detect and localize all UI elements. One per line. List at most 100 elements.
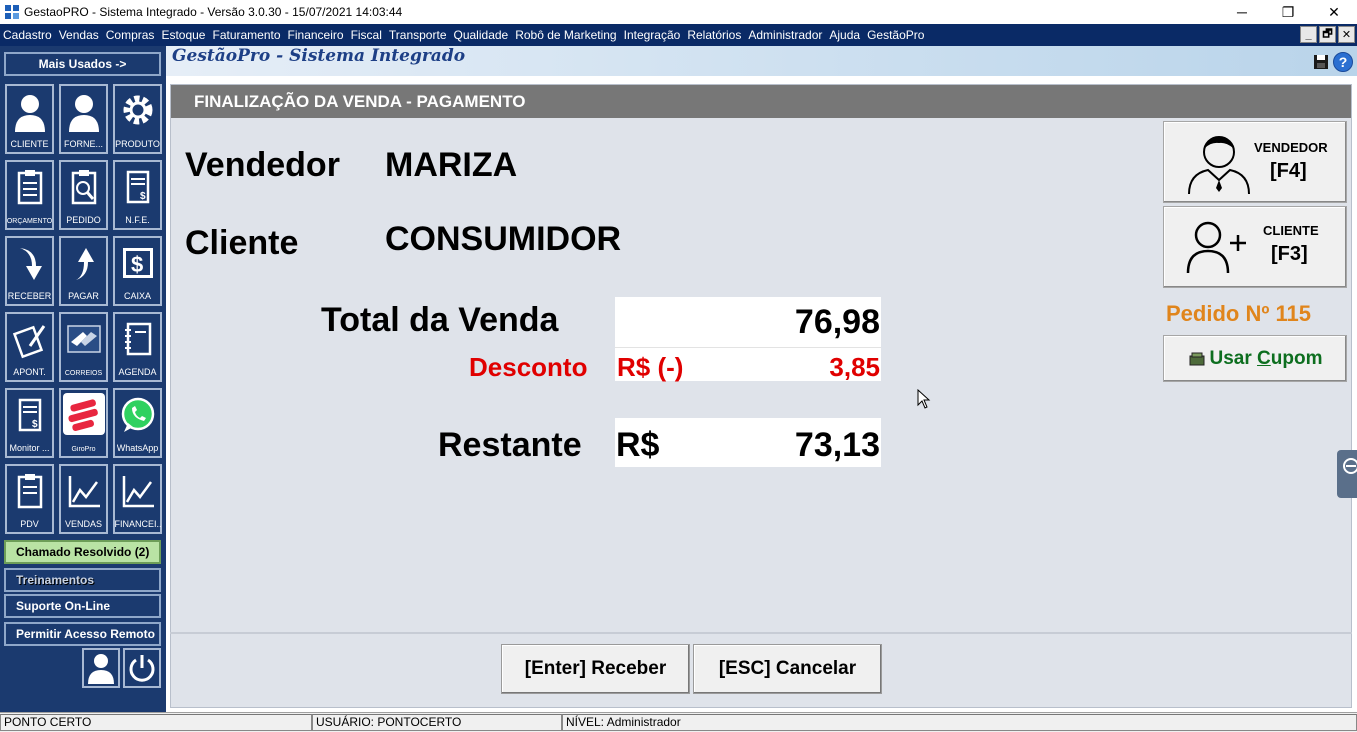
cliente-value: CONSUMIDOR (385, 220, 622, 258)
mdi-close-button[interactable]: ✕ (1338, 26, 1355, 43)
menu-robo-marketing[interactable]: Robô de Marketing (512, 28, 620, 42)
menu-cadastro[interactable]: Cadastro (0, 28, 56, 42)
cash-register-icon: $ (122, 248, 153, 278)
tile-label: FINANCEI... (114, 519, 161, 529)
line-chart-icon (122, 476, 154, 508)
power-button[interactable] (123, 648, 161, 688)
total-venda-value: 76,98 (794, 303, 880, 341)
svg-text:$: $ (131, 252, 143, 277)
tile-agenda[interactable]: AGENDA (113, 312, 162, 382)
menu-financeiro[interactable]: Financeiro (285, 28, 348, 42)
giropro-logo-icon (62, 393, 105, 435)
note-pen-icon (12, 325, 45, 359)
menu-estoque[interactable]: Estoque (158, 28, 209, 42)
tile-caixa[interactable]: $ CAIXA (113, 236, 162, 306)
tile-financeiro[interactable]: FINANCEI... (113, 464, 162, 534)
tile-cliente[interactable]: CLIENTE (5, 84, 54, 154)
suporte-online-button[interactable]: Suporte On-Line (4, 594, 161, 618)
side-panel-tab[interactable] (1337, 450, 1357, 498)
svg-text:$: $ (32, 419, 38, 430)
treinamentos-button[interactable]: Treinamentos (4, 568, 161, 592)
tile-label: RECEBER (7, 291, 52, 301)
cliente-f3-button[interactable]: CLIENTE [F3] (1163, 206, 1347, 288)
restante-currency: R$ (616, 426, 660, 464)
menu-faturamento[interactable]: Faturamento (209, 28, 284, 42)
tile-label: CORREIOS (64, 370, 103, 377)
tile-pdv[interactable]: PDV (5, 464, 54, 534)
tile-label: WhatsApp (116, 443, 159, 453)
close-button[interactable]: ✕ (1311, 0, 1357, 24)
tile-pagar[interactable]: PAGAR (59, 236, 108, 306)
chamado-resolvido-button[interactable]: Chamado Resolvido (2) (4, 540, 161, 564)
help-icon[interactable]: ? (1333, 52, 1353, 72)
mais-usados-button[interactable]: Mais Usados -> (4, 52, 161, 76)
vendedor-f4-button[interactable]: VENDEDOR [F4] (1163, 121, 1347, 203)
invoice-icon: $ (126, 170, 149, 204)
menu-transporte[interactable]: Transporte (386, 28, 451, 42)
order-search-icon (71, 170, 96, 205)
tile-giropro[interactable]: GiroPro (59, 388, 108, 458)
tile-label: N.F.E. (125, 215, 150, 225)
menu-relatorios[interactable]: Relatórios (684, 28, 745, 42)
minimize-button[interactable]: ─ (1219, 0, 1265, 24)
tile-label: VENDAS (64, 519, 102, 529)
menu-fiscal[interactable]: Fiscal (348, 28, 386, 42)
menu-vendas[interactable]: Vendas (56, 28, 103, 42)
tile-label: FORNE... (63, 139, 103, 149)
user-profile-button[interactable] (82, 648, 120, 688)
tile-correios[interactable]: CORREIOS (59, 312, 108, 382)
total-venda-label: Total da Venda (321, 301, 559, 339)
acesso-remoto-button[interactable]: Permitir Acesso Remoto (4, 622, 161, 646)
tile-receber[interactable]: RECEBER (5, 236, 54, 306)
receber-button[interactable]: [Enter] Receber (501, 644, 690, 694)
tile-label: CLIENTE (10, 139, 49, 149)
status-level: NÍVEL: Administrador (562, 714, 1357, 731)
line-chart-icon (68, 476, 100, 508)
tile-apontamento[interactable]: APONT. (5, 312, 54, 382)
menu-qualidade[interactable]: Qualidade (451, 28, 513, 42)
mdi-minimize-button[interactable]: _ (1300, 26, 1317, 43)
collapse-icon (1343, 458, 1357, 474)
mdi-restore-button[interactable]: 🗗 (1319, 26, 1336, 43)
tile-label: PEDIDO (66, 215, 101, 225)
tile-whatsapp[interactable]: WhatsApp (113, 388, 162, 458)
vendedor-key: [F4] (1270, 160, 1307, 182)
pedido-number: Pedido Nº 115 (1166, 301, 1311, 326)
person-icon (14, 95, 45, 132)
tile-produto[interactable]: PRODUTO (113, 84, 162, 154)
desconto-value: 3,85 (829, 352, 880, 382)
save-icon[interactable] (1313, 54, 1329, 70)
monitor-invoice-icon: $ (18, 398, 41, 432)
menu-integracao[interactable]: Integração (621, 28, 685, 42)
menu-ajuda[interactable]: Ajuda (826, 28, 864, 42)
restante-label: Restante (438, 426, 582, 464)
user-icon (88, 654, 114, 684)
clipboard-icon (17, 170, 42, 205)
menu-administrador[interactable]: Administrador (745, 28, 826, 42)
tile-label: PAGAR (68, 291, 99, 301)
tile-orcamento[interactable]: ORÇAMENTO (5, 160, 54, 230)
tile-pedido[interactable]: PEDIDO (59, 160, 108, 230)
separator (170, 632, 1352, 634)
clipboard-icon (17, 474, 42, 509)
tile-vendas[interactable]: VENDAS (59, 464, 108, 534)
menu-compras[interactable]: Compras (103, 28, 159, 42)
person-icon (68, 95, 99, 132)
tile-label: PRODUTO (115, 139, 160, 149)
app-logo-icon (5, 5, 19, 19)
cancelar-button[interactable]: [ESC] Cancelar (693, 644, 882, 694)
cliente-caption: CLIENTE (1263, 223, 1319, 238)
tile-label: APONT. (13, 367, 46, 377)
menu-gestaopro[interactable]: GestãoPro (864, 28, 928, 42)
usar-cupom-button[interactable]: Usar Cupom (1163, 335, 1347, 382)
content-header: GestãoPro - Sistema Integrado ? (166, 46, 1357, 76)
restante-value: 73,13 (794, 426, 880, 464)
tile-fornecedor[interactable]: FORNE... (59, 84, 108, 154)
power-icon (129, 655, 155, 682)
title-bar: GestaoPRO - Sistema Integrado - Versão 3… (0, 0, 1357, 24)
tile-monitor[interactable]: $ Monitor ... (5, 388, 54, 458)
tile-nfe[interactable]: $ N.F.E. (113, 160, 162, 230)
mouse-cursor-icon (917, 389, 931, 409)
arrow-down-icon (19, 248, 42, 280)
maximize-button[interactable]: ❐ (1265, 0, 1311, 24)
